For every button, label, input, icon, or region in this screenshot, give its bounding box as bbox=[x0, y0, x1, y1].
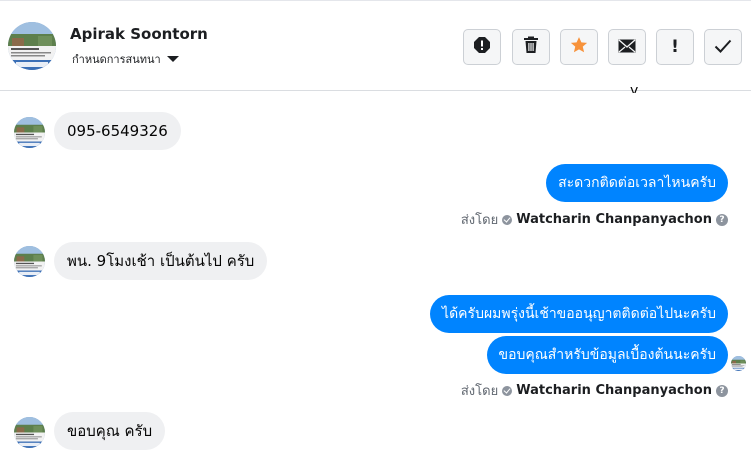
star-icon bbox=[570, 36, 588, 58]
outgoing-message[interactable]: สะดวกติดต่อเวลาไหนครับ bbox=[546, 164, 728, 202]
sent-by-label: ส่งโดย Watcharin Chanpanyachon ? bbox=[461, 209, 728, 230]
checkmark-icon bbox=[714, 38, 732, 57]
follow-up-button[interactable]: ! bbox=[656, 29, 694, 65]
mark-unread-button[interactable] bbox=[608, 29, 646, 65]
star-button[interactable] bbox=[560, 29, 598, 65]
contact-avatar[interactable] bbox=[8, 22, 56, 70]
agent-name[interactable]: Watcharin Chanpanyachon bbox=[516, 383, 712, 398]
report-spam-button[interactable] bbox=[463, 29, 501, 65]
delete-button[interactable] bbox=[512, 29, 550, 65]
sent-by-prefix: ส่งโดย bbox=[460, 384, 499, 399]
mail-icon bbox=[618, 38, 636, 57]
incoming-message[interactable]: ขอบคุณ ครับ bbox=[54, 412, 166, 450]
verified-check-icon bbox=[502, 214, 513, 225]
contact-avatar-small bbox=[14, 117, 45, 148]
contact-avatar-small bbox=[14, 246, 45, 277]
report-spam-icon bbox=[473, 36, 491, 58]
outgoing-message[interactable]: ขอบคุณสำหรับข้อมูลเบื้องต้นนะครับ bbox=[486, 336, 728, 374]
message-thread[interactable]: y 095-6549326 สะดวกติดต่อเวลาไหนครับ ส่ง… bbox=[0, 83, 751, 476]
mark-done-button[interactable] bbox=[704, 29, 742, 65]
contact-avatar-small bbox=[14, 417, 45, 448]
caret-down-icon bbox=[166, 56, 179, 62]
help-icon[interactable]: ? bbox=[716, 384, 728, 397]
incoming-message[interactable]: 095-6549326 bbox=[54, 112, 181, 150]
help-icon[interactable]: ? bbox=[716, 213, 728, 226]
incoming-message[interactable]: พน. 9โมงเช้า เป็นต้นไป ครับ bbox=[54, 242, 268, 280]
exclamation-icon: ! bbox=[671, 37, 679, 57]
outgoing-message[interactable]: ได้ครับผมพรุ่งนี้เช้าขออนุญาตติดต่อไปนะค… bbox=[430, 295, 728, 333]
sent-by-prefix: ส่งโดย bbox=[460, 213, 499, 228]
read-receipt-avatar bbox=[731, 356, 746, 371]
trash-icon bbox=[523, 36, 539, 58]
partial-message-text: y bbox=[630, 83, 639, 93]
conversation-header: Apirak Soontorn กำหนดการสนทนา ! bbox=[0, 0, 751, 91]
conversation-settings-label: กำหนดการสนทนา bbox=[72, 53, 161, 66]
sent-by-label: ส่งโดย Watcharin Chanpanyachon ? bbox=[461, 380, 728, 401]
agent-name[interactable]: Watcharin Chanpanyachon bbox=[516, 212, 712, 227]
conversation-settings-dropdown[interactable]: กำหนดการสนทนา bbox=[72, 50, 179, 68]
contact-name[interactable]: Apirak Soontorn bbox=[70, 25, 208, 43]
verified-check-icon bbox=[502, 385, 513, 396]
